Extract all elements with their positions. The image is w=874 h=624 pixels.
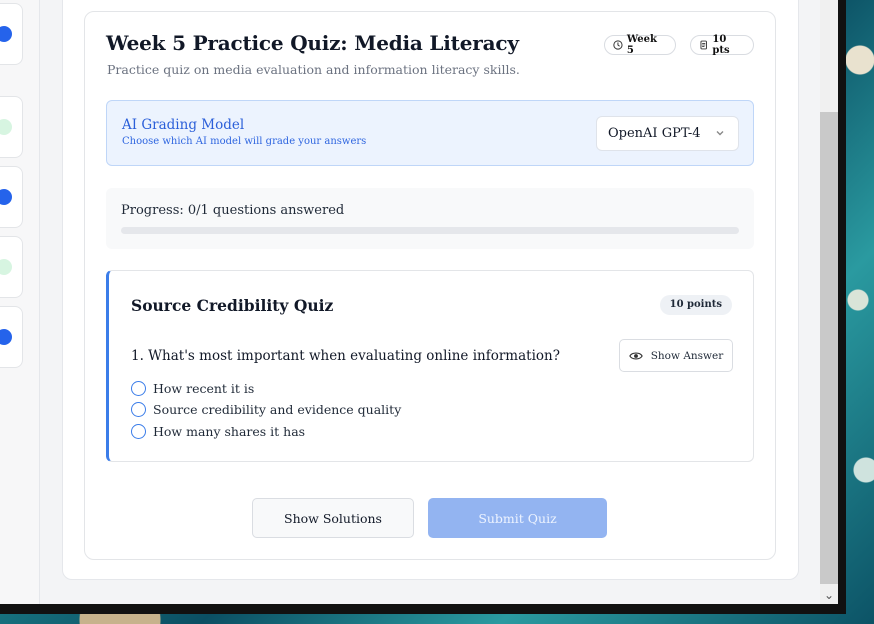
answer-option-label: How many shares it has	[153, 424, 306, 439]
sidebar-card-4[interactable]	[0, 236, 23, 298]
answer-option[interactable]: Source credibility and evidence quality	[131, 402, 401, 417]
sidebar-card-5[interactable]	[0, 306, 23, 368]
show-solutions-button[interactable]: Show Solutions	[252, 498, 414, 538]
sidebar-card-1[interactable]	[0, 3, 23, 65]
ai-model-value: OpenAI GPT-4	[608, 126, 701, 141]
show-answer-button[interactable]: Show Answer	[619, 339, 733, 372]
left-sidebar	[0, 0, 40, 604]
clock-icon	[613, 40, 623, 50]
vertical-scrollbar[interactable]: ⌄	[820, 0, 838, 604]
status-dot	[0, 259, 12, 275]
status-dot	[0, 189, 12, 205]
quiz-title: Week 5 Practice Quiz: Media Literacy	[106, 31, 519, 55]
answer-option-label: How recent it is	[153, 381, 255, 396]
progress-bar	[121, 227, 739, 234]
radio-button[interactable]	[131, 381, 146, 396]
scrollbar-thumb[interactable]	[820, 112, 838, 584]
submit-quiz-button[interactable]: Submit Quiz	[428, 498, 607, 538]
radio-button[interactable]	[131, 424, 146, 439]
scroll-down-icon[interactable]: ⌄	[820, 586, 838, 604]
status-dot	[0, 119, 12, 135]
question-card: Source Credibility Quiz 10 points 1. Wha…	[106, 270, 754, 462]
sidebar-card-3[interactable]	[0, 166, 23, 228]
status-dot	[0, 329, 12, 345]
radio-button[interactable]	[131, 402, 146, 417]
points-badge-label: 10 pts	[712, 34, 730, 56]
answer-option[interactable]: How many shares it has	[131, 424, 305, 439]
progress-panel: Progress: 0/1 questions answered	[106, 188, 754, 249]
week-badge: Week 5	[604, 34, 676, 56]
status-dot	[0, 26, 12, 42]
question-points-badge: 10 points	[659, 295, 732, 315]
eye-icon	[628, 351, 643, 360]
ai-grading-title: AI Grading Model	[122, 117, 245, 133]
question-card-title: Source Credibility Quiz	[131, 296, 334, 315]
ai-model-select[interactable]: OpenAI GPT-4	[596, 116, 739, 151]
ai-grading-panel: AI Grading Model Choose which AI model w…	[106, 100, 754, 166]
sidebar-card-2[interactable]	[0, 96, 23, 158]
question-text: 1. What's most important when evaluating…	[131, 348, 560, 364]
browser-window: Week 5 Practice Quiz: Media Literacy Pra…	[0, 0, 838, 604]
week-badge-label: Week 5	[626, 34, 657, 56]
ai-grading-subtitle: Choose which AI model will grade your an…	[122, 136, 367, 147]
quiz-description: Practice quiz on media evaluation and in…	[107, 62, 520, 77]
points-badge: 10 pts	[690, 34, 754, 56]
progress-label: Progress: 0/1 questions answered	[121, 203, 345, 218]
chevron-down-icon	[716, 131, 724, 136]
answer-option[interactable]: How recent it is	[131, 381, 254, 396]
document-icon	[700, 40, 707, 50]
answer-option-label: Source credibility and evidence quality	[153, 402, 402, 417]
show-answer-label: Show Answer	[650, 349, 724, 362]
